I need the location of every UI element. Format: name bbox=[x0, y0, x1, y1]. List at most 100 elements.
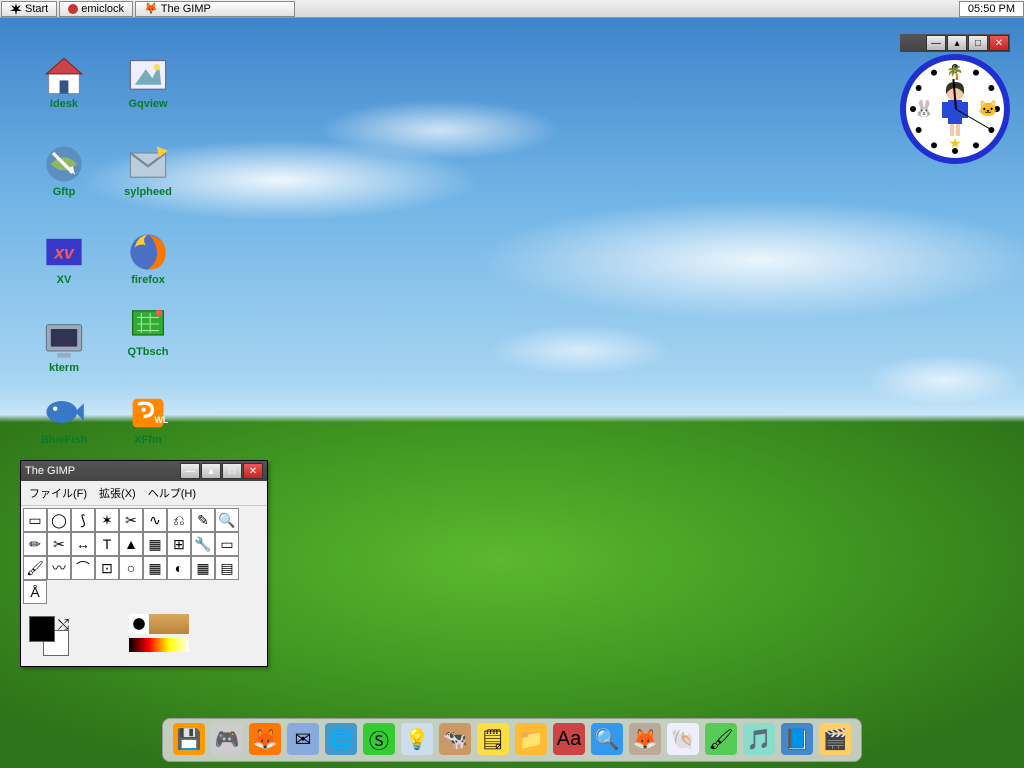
tool-measure[interactable]: 🔧 bbox=[191, 532, 215, 556]
clock-tick bbox=[988, 85, 994, 91]
tool-fuzzy-select[interactable]: ✶ bbox=[95, 508, 119, 532]
tool-blend[interactable]: ⊞ bbox=[167, 532, 191, 556]
tool-free-select[interactable]: ⟆ bbox=[71, 508, 95, 532]
dock-globe[interactable]: 🌐 bbox=[325, 723, 357, 755]
close-button[interactable]: ✕ bbox=[989, 35, 1009, 51]
clock-face: 🐰 🐱 🌴 ★ bbox=[900, 54, 1010, 164]
tool-blur[interactable]: ○ bbox=[119, 556, 143, 580]
window-title: The GIMP bbox=[25, 465, 179, 477]
desktop-icon-sylpheed[interactable]: sylpheed bbox=[118, 144, 178, 198]
bunny-icon: 🐰 bbox=[914, 99, 934, 119]
tool-rect-select[interactable]: ▭ bbox=[23, 508, 47, 532]
dock-drive[interactable]: 💾 bbox=[173, 723, 205, 755]
tool-eraser[interactable]: ▦ bbox=[191, 556, 215, 580]
tool-clone[interactable]: ⊡ bbox=[95, 556, 119, 580]
shade-button[interactable]: ▴ bbox=[201, 463, 221, 479]
star-icon: ★ bbox=[949, 135, 962, 152]
tool-airbrush[interactable]: ⌒ bbox=[71, 556, 95, 580]
dock-gamepad[interactable]: 🎮 bbox=[211, 723, 243, 755]
dock-dict[interactable]: Aa bbox=[553, 723, 585, 755]
menu-xtns[interactable]: 拡張(X) bbox=[93, 483, 142, 503]
gqview-icon bbox=[126, 56, 170, 96]
brush-pattern-gradient[interactable] bbox=[129, 614, 189, 658]
kterm-icon bbox=[42, 320, 86, 360]
drive-icon: 💾 bbox=[177, 727, 202, 752]
icon-label: firefox bbox=[118, 274, 178, 286]
emiclock-window[interactable]: — ▴ □ ✕ 🐰 🐱 🌴 ★ bbox=[900, 34, 1010, 164]
dock-firefox[interactable]: 🦊 bbox=[249, 723, 281, 755]
gimp-toolgrid: ▭◯⟆✶✂∿⎌✎🔍✏✂↔T▲▦⊞🔧▭🖌〰⌒⊡○▦◐▦▤Å bbox=[21, 506, 267, 606]
swap-colors-icon[interactable]: ⤭ bbox=[58, 616, 69, 633]
tool-pencil[interactable]: ✏ bbox=[23, 532, 47, 556]
start-button[interactable]: Start bbox=[1, 1, 57, 17]
dock-toy[interactable]: 🐄 bbox=[439, 723, 471, 755]
dock-search[interactable]: 🔍 bbox=[591, 723, 623, 755]
taskbar-gimp[interactable]: 🦊 The GIMP bbox=[135, 1, 295, 17]
tool-perspective[interactable]: Å bbox=[23, 580, 47, 604]
gimp-titlebar[interactable]: The GIMP — ▴ □ ✕ bbox=[21, 461, 267, 481]
menu-file[interactable]: ファイル(F) bbox=[23, 483, 93, 503]
tool-dodge[interactable]: ▦ bbox=[143, 556, 167, 580]
dock-skype[interactable]: Ⓢ bbox=[363, 723, 395, 755]
dock-paint[interactable]: 🖌 bbox=[705, 723, 737, 755]
desktop-icon-xv[interactable]: xvXV bbox=[34, 232, 94, 286]
tool-paintbrush[interactable]: 🖌 bbox=[23, 556, 47, 580]
search-icon: 🔍 bbox=[595, 727, 620, 752]
sylpheed-icon bbox=[126, 144, 170, 184]
dock-bulb[interactable]: 💡 bbox=[401, 723, 433, 755]
palm-icon: 🌴 bbox=[946, 64, 963, 81]
minimize-button[interactable]: — bbox=[926, 35, 946, 51]
top-taskbar: Start emiclock 🦊 The GIMP 05:50 PM bbox=[0, 0, 1024, 18]
icon-label: XFfm bbox=[118, 434, 178, 446]
dock-movie[interactable]: 🎬 bbox=[819, 723, 851, 755]
fg-color[interactable] bbox=[29, 616, 55, 642]
tool-text[interactable]: ▲ bbox=[119, 532, 143, 556]
tool-rotate[interactable]: ▭ bbox=[215, 532, 239, 556]
tool-smudge[interactable]: ◐ bbox=[167, 556, 191, 580]
desktop-icon-idesk[interactable]: Idesk bbox=[34, 56, 94, 110]
maximize-button[interactable]: □ bbox=[968, 35, 988, 51]
tool-bucket[interactable]: ▦ bbox=[143, 532, 167, 556]
dock-shell[interactable]: 🐚 bbox=[667, 723, 699, 755]
tool-heal[interactable]: ▤ bbox=[215, 556, 239, 580]
close-button[interactable]: ✕ bbox=[243, 463, 263, 479]
clock-tick bbox=[931, 70, 937, 76]
tool-paths[interactable]: ⎌ bbox=[167, 508, 191, 532]
dock-mail[interactable]: ✉ bbox=[287, 723, 319, 755]
tool-by-color[interactable]: ✂ bbox=[119, 508, 143, 532]
dock-folder[interactable]: 📁 bbox=[515, 723, 547, 755]
tool-ellipse-select[interactable]: ◯ bbox=[47, 508, 71, 532]
desktop-icon-firefox[interactable]: firefox bbox=[118, 232, 178, 286]
maximize-button[interactable]: □ bbox=[222, 463, 242, 479]
dock-gimp[interactable]: 🦊 bbox=[629, 723, 661, 755]
shade-button[interactable]: ▴ bbox=[947, 35, 967, 51]
menu-help[interactable]: ヘルプ(H) bbox=[142, 483, 202, 503]
tool-scissors[interactable]: ∿ bbox=[143, 508, 167, 532]
desktop-icon-gqview[interactable]: Gqview bbox=[118, 56, 178, 110]
dict-icon: Aa bbox=[557, 728, 581, 751]
tool-magnify[interactable]: 🔍 bbox=[215, 508, 239, 532]
skype-icon: Ⓢ bbox=[369, 725, 389, 754]
fg-bg-swatch[interactable]: ⤭ bbox=[29, 616, 69, 656]
desktop-icon-xffm[interactable]: WLXFfm bbox=[118, 392, 178, 446]
dock-note[interactable]: 🗒 bbox=[477, 723, 509, 755]
firefox-icon bbox=[126, 232, 170, 272]
minimize-button[interactable]: — bbox=[180, 463, 200, 479]
emiclock-titlebar[interactable]: — ▴ □ ✕ bbox=[900, 34, 1010, 52]
toy-icon: 🐄 bbox=[443, 727, 468, 752]
desktop-icon-qtbsch[interactable]: QTbsch bbox=[118, 304, 178, 358]
tool-ink[interactable]: 〰 bbox=[47, 556, 71, 580]
bluefish-icon bbox=[42, 392, 86, 432]
desktop-icon-bluefish[interactable]: BlueFish bbox=[34, 392, 94, 446]
tool-color-picker[interactable]: ✎ bbox=[191, 508, 215, 532]
tool-flip[interactable]: T bbox=[95, 532, 119, 556]
taskbar-emiclock[interactable]: emiclock bbox=[59, 1, 133, 17]
dock-music[interactable]: 🎵 bbox=[743, 723, 775, 755]
tool-crop[interactable]: ✂ bbox=[47, 532, 71, 556]
gimp-color-area: ⤭ bbox=[21, 606, 267, 666]
tool-move[interactable]: ↔ bbox=[71, 532, 95, 556]
desktop-icon-gftp[interactable]: Gftp bbox=[34, 144, 94, 198]
clock-tick bbox=[916, 127, 922, 133]
dock-klip[interactable]: 📘 bbox=[781, 723, 813, 755]
desktop-icon-kterm[interactable]: kterm bbox=[34, 320, 94, 374]
